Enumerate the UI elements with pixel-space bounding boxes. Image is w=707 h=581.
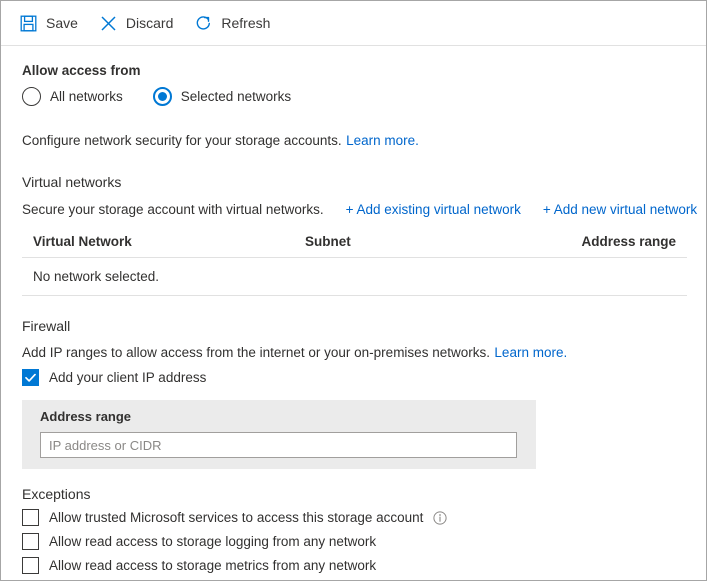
column-header-virtual-network: Virtual Network <box>33 234 305 249</box>
address-range-input[interactable] <box>40 432 517 458</box>
checkbox-allow-trusted-microsoft-services-label: Allow trusted Microsoft services to acce… <box>49 510 423 525</box>
virtual-networks-table: Virtual Network Subnet Address range No … <box>22 234 687 296</box>
save-button[interactable]: Save <box>20 7 78 39</box>
refresh-circular-arrow-icon <box>195 15 212 32</box>
checkbox-add-client-ip-label: Add your client IP address <box>49 370 206 385</box>
column-header-subnet: Subnet <box>305 234 573 249</box>
allow-access-from-label: Allow access from <box>22 63 706 78</box>
checkbox-allow-read-access-logging-label: Allow read access to storage logging fro… <box>49 534 376 549</box>
checkbox-add-client-ip[interactable]: Add your client IP address <box>22 369 706 386</box>
settings-content: Allow access from All networks Selected … <box>1 63 706 574</box>
checkbox-allow-trusted-microsoft-services-indicator[interactable] <box>22 509 39 526</box>
checkbox-allow-trusted-microsoft-services[interactable]: Allow trusted Microsoft services to acce… <box>22 509 706 526</box>
radio-selected-networks-label: Selected networks <box>181 89 291 104</box>
address-range-field-group: Address range <box>22 400 536 469</box>
checkbox-allow-read-access-logging[interactable]: Allow read access to storage logging fro… <box>22 533 706 550</box>
radio-selected-networks-indicator[interactable] <box>153 87 172 106</box>
save-button-label: Save <box>46 15 78 31</box>
radio-all-networks-label: All networks <box>50 89 123 104</box>
save-floppy-icon <box>20 15 37 32</box>
refresh-button[interactable]: Refresh <box>195 7 270 39</box>
network-settings-panel: Save Discard Refresh Allow access fr <box>0 0 707 581</box>
radio-all-networks-indicator[interactable] <box>22 87 41 106</box>
command-bar: Save Discard Refresh <box>1 1 706 46</box>
info-icon[interactable] <box>433 511 447 525</box>
checkbox-allow-read-access-metrics-label: Allow read access to storage metrics fro… <box>49 558 376 573</box>
firewall-heading: Firewall <box>22 318 706 334</box>
table-empty-row: No network selected. <box>22 258 687 296</box>
virtual-networks-actions-row: Secure your storage account with virtual… <box>22 202 706 217</box>
checkbox-allow-read-access-logging-indicator[interactable] <box>22 533 39 550</box>
checkbox-allow-read-access-metrics-indicator[interactable] <box>22 557 39 574</box>
exceptions-heading: Exceptions <box>22 486 706 502</box>
column-header-address-range: Address range <box>573 234 676 249</box>
virtual-networks-heading: Virtual networks <box>22 174 706 190</box>
checkbox-add-client-ip-indicator[interactable] <box>22 369 39 386</box>
add-existing-virtual-network-link[interactable]: + Add existing virtual network <box>346 202 521 217</box>
close-x-icon <box>100 15 117 32</box>
firewall-learn-more-link[interactable]: Learn more. <box>494 345 567 360</box>
firewall-description: Add IP ranges to allow access from the i… <box>22 344 706 362</box>
table-header-row: Virtual Network Subnet Address range <box>22 234 687 258</box>
refresh-button-label: Refresh <box>221 15 270 31</box>
address-range-label: Address range <box>40 409 523 424</box>
allow-access-radio-group: All networks Selected networks <box>22 87 706 106</box>
discard-button[interactable]: Discard <box>100 7 173 39</box>
add-new-virtual-network-link[interactable]: + Add new virtual network <box>543 202 697 217</box>
table-empty-message: No network selected. <box>33 269 159 284</box>
radio-option-selected-networks[interactable]: Selected networks <box>153 87 291 106</box>
firewall-description-text: Add IP ranges to allow access from the i… <box>22 345 490 360</box>
network-security-description-text: Configure network security for your stor… <box>22 133 342 148</box>
radio-option-all-networks[interactable]: All networks <box>22 87 123 106</box>
discard-button-label: Discard <box>126 15 173 31</box>
network-security-learn-more-link[interactable]: Learn more. <box>346 133 419 148</box>
checkbox-allow-read-access-metrics[interactable]: Allow read access to storage metrics fro… <box>22 557 706 574</box>
network-security-description: Configure network security for your stor… <box>22 132 706 150</box>
virtual-networks-description: Secure your storage account with virtual… <box>22 202 324 217</box>
